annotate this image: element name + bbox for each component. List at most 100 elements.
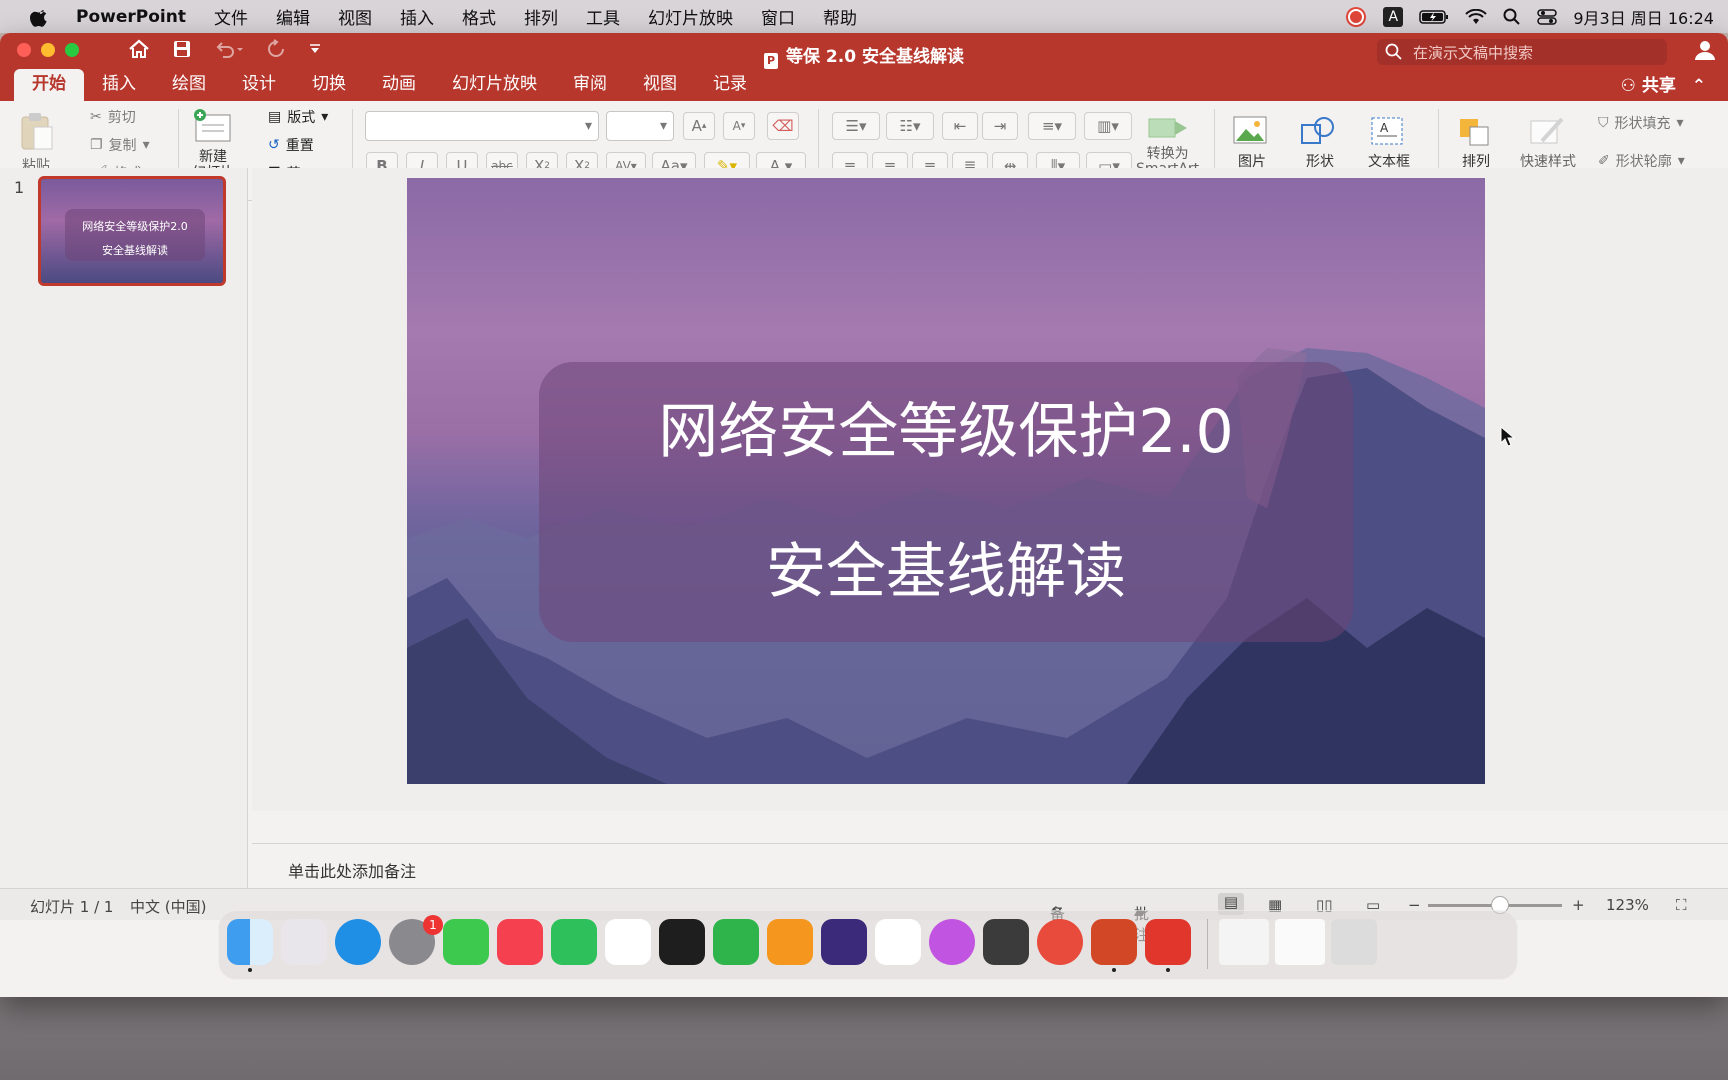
menu-edit[interactable]: 编辑 [276,4,310,29]
slide-title-box[interactable]: 网络安全等级保护2.0 安全基线解读 [539,362,1353,642]
qq-icon[interactable] [605,919,651,965]
columns-button[interactable]: ▥▾ [1084,112,1132,140]
safari-icon[interactable] [335,919,381,965]
tab-review[interactable]: 审阅 [555,69,625,101]
daisydisk-icon[interactable] [929,919,975,965]
collapse-ribbon-icon[interactable]: ⌃ [1692,76,1706,96]
increase-indent-button[interactable]: ⇥ [982,112,1018,140]
insert-shape-button[interactable]: 形状 [1300,115,1340,171]
cut-button[interactable]: ✂ 剪切 [90,107,136,127]
input-method-icon[interactable]: A [1383,6,1404,27]
line-spacing-button[interactable]: ≡▾ [1028,112,1076,140]
increase-font-button[interactable]: A ▴ [683,112,715,140]
sublime-text-icon[interactable] [983,919,1029,965]
arrange-icon [1460,119,1489,146]
font-size-select[interactable]: ▾ [606,111,674,141]
quick-styles-button[interactable]: 快速样式 [1520,115,1576,171]
finder-icon[interactable] [227,919,273,965]
mouse-cursor-icon [1500,426,1516,447]
slide-title-line-2: 安全基线解读 [766,537,1126,607]
clipboard-icon [21,113,53,150]
search-input[interactable]: 在演示文稿中搜索 [1377,39,1667,65]
shapes-icon [1301,117,1334,144]
clock[interactable]: 9月3日 周日 16:24 [1573,5,1714,29]
title-bar: P 等保 2.0 安全基线解读 在演示文稿中搜索 开始 插入 绘图 设计 切换 动… [0,33,1728,101]
arrange-button[interactable]: 排列 [1456,115,1496,171]
decrease-font-button[interactable]: A ▾ [723,112,755,140]
menu-insert[interactable]: 插入 [400,4,434,29]
menu-file[interactable]: 文件 [214,4,248,29]
launchpad-icon[interactable] [281,919,327,965]
tab-slideshow[interactable]: 幻灯片放映 [434,69,555,101]
tab-view[interactable]: 视图 [625,69,695,101]
thumbnail-number: 1 [14,178,25,197]
tab-record[interactable]: 记录 [695,69,765,101]
ribbon-tabs: 开始 插入 绘图 设计 切换 动画 幻灯片放映 审阅 视图 记录 [14,69,765,101]
fit-to-window-icon[interactable]: ⛶ [1676,896,1687,914]
wifi-icon[interactable] [1465,8,1488,25]
slide-editing-canvas: 网络安全等级保护2.0 安全基线解读 [252,168,1728,811]
insert-textbox-button[interactable]: A 文本框 [1368,115,1410,171]
slide-thumbnail[interactable]: 网络安全等级保护2.0 安全基线解读 [38,176,226,286]
trash-icon[interactable] [1331,919,1377,965]
firefox-icon[interactable] [821,919,867,965]
zoom-level[interactable]: 123% [1606,896,1649,914]
zoom-in-button[interactable]: + [1572,896,1585,914]
paste-button[interactable]: 粘贴 [16,111,56,175]
music-icon[interactable] [497,919,543,965]
app-menu[interactable]: PowerPoint [76,7,186,27]
bullets-button[interactable]: ☰▾ [832,112,880,140]
menu-help[interactable]: 帮助 [823,4,857,29]
shape-fill-button[interactable]: ⛉ 形状填充 ▾ [1598,113,1684,133]
language-indicator[interactable]: 中文 (中国) [130,896,206,917]
menu-view[interactable]: 视图 [338,4,372,29]
layout-button[interactable]: ▤ 版式 ▾ [268,107,328,127]
dock-divider [1207,919,1208,969]
control-center-icon[interactable] [1537,8,1558,26]
clear-formatting-button[interactable]: ⌫ [767,112,799,140]
paint-bucket-icon: ⛉ [1598,115,1609,131]
pptx-file-icon: P [764,53,779,69]
new-slide-icon [194,109,231,142]
numbers-icon[interactable] [713,919,759,965]
menu-slideshow[interactable]: 幻灯片放映 [648,4,733,29]
menu-arrange[interactable]: 排列 [524,4,558,29]
menu-format[interactable]: 格式 [462,4,496,29]
insert-picture-button[interactable]: 图片 [1232,115,1272,171]
chevron-down-icon: ▾ [584,118,592,134]
tab-transitions[interactable]: 切换 [294,69,364,101]
font-family-select[interactable]: ▾ [365,111,599,141]
copy-button[interactable]: ❐ 复制 ▾ [90,135,150,155]
tab-insert[interactable]: 插入 [84,69,154,101]
tab-draw[interactable]: 绘图 [154,69,224,101]
reset-button[interactable]: ↺ 重置 [268,135,314,155]
decrease-indent-button[interactable]: ⇤ [942,112,978,140]
messages-icon[interactable] [443,919,489,965]
picture-icon [1233,116,1267,144]
slide[interactable]: 网络安全等级保护2.0 安全基线解读 [407,178,1485,784]
spotlight-search-icon[interactable] [1503,8,1521,26]
menu-window[interactable]: 窗口 [761,4,795,29]
menu-tools[interactable]: 工具 [586,4,620,29]
vscode-icon[interactable] [875,919,921,965]
battery-icon[interactable] [1419,9,1449,25]
tab-design[interactable]: 设计 [224,69,294,101]
terminal-icon[interactable] [659,919,705,965]
minimized-window-thumbnail[interactable] [1219,919,1269,965]
notes-pane[interactable]: 单击此处添加备注 [252,843,1728,889]
tab-home[interactable]: 开始 [14,69,84,101]
apple-icon[interactable] [30,7,50,27]
tab-animations[interactable]: 动画 [364,69,434,101]
xmind-icon[interactable] [1145,919,1191,965]
wechat-icon[interactable] [551,919,597,965]
smartart-icon [1148,118,1187,138]
chrome-icon[interactable] [1037,919,1083,965]
account-icon[interactable] [1694,39,1716,61]
numbering-button[interactable]: ☷▾ [886,112,934,140]
svg-text:A: A [1380,121,1389,135]
share-button[interactable]: ⚇ 共享 ⌃ [1621,71,1706,96]
screen-record-icon[interactable] [1345,6,1367,28]
downloads-stack-icon[interactable] [1275,919,1325,965]
powerpoint-icon[interactable] [1091,919,1137,965]
pages-icon[interactable] [767,919,813,965]
